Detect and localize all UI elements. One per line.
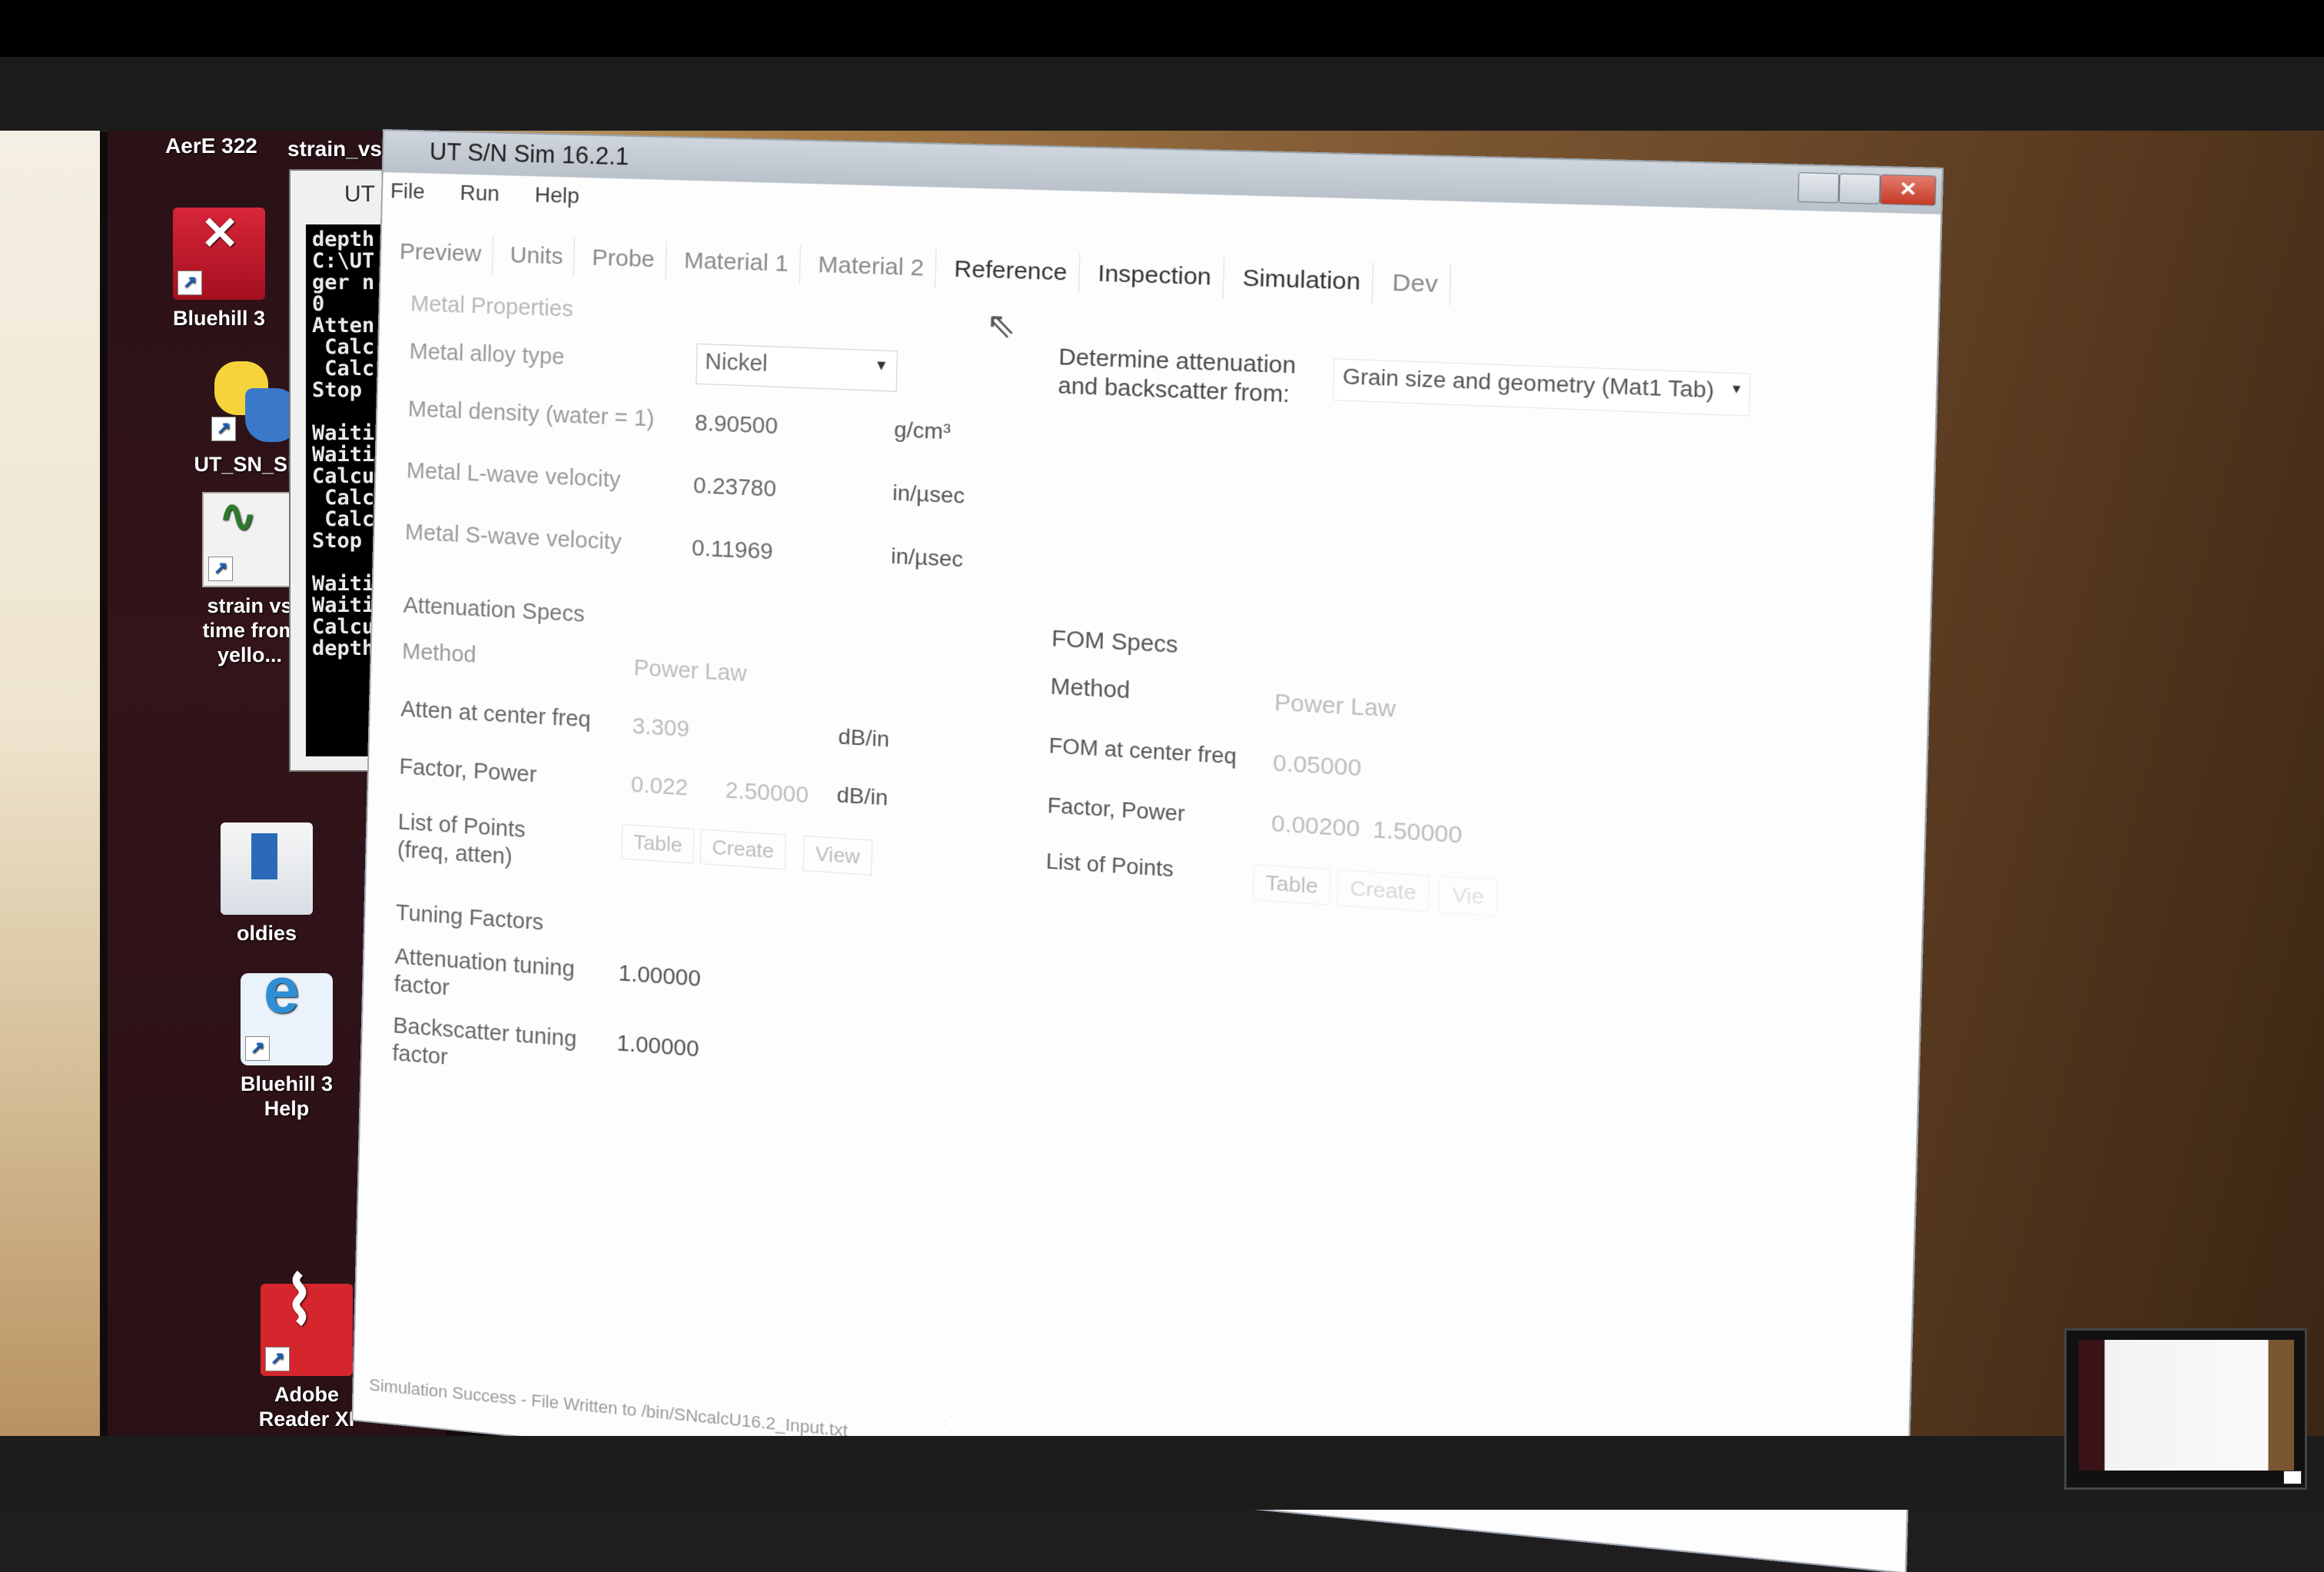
fom-view-button[interactable]: Vie bbox=[1439, 876, 1497, 916]
fom-factor-label: Factor, Power bbox=[1047, 793, 1186, 826]
atten-factor-label: Factor, Power bbox=[399, 754, 537, 788]
atten-factor-unit: dB/in bbox=[836, 783, 888, 811]
help-globe-icon: ↗ bbox=[241, 973, 333, 1065]
lwave-unit: in/µsec bbox=[892, 480, 965, 509]
atten-center-label: Atten at center freq bbox=[400, 696, 591, 733]
desktop-icon-bluehill-help[interactable]: ↗ Bluehill 3 Help bbox=[221, 973, 352, 1121]
shortcut-arrow-icon: ↗ bbox=[178, 271, 202, 295]
density-label: Metal density (water = 1) bbox=[407, 397, 654, 432]
fom-power-field[interactable]: 1.50000 bbox=[1373, 817, 1462, 849]
alloy-type-select[interactable]: Nickel ▼ bbox=[696, 344, 898, 392]
screenshot-thumbnail[interactable] bbox=[2064, 1328, 2307, 1490]
desktop-icon-label: strain vs time from yello... bbox=[202, 594, 297, 666]
atten-center-unit: dB/in bbox=[838, 724, 890, 753]
shortcut-arrow-icon: ↗ bbox=[245, 1036, 270, 1061]
metal-properties-heading: Metal Properties bbox=[410, 291, 573, 322]
fom-center-field[interactable]: 0.05000 bbox=[1273, 750, 1362, 782]
desktop-icon-adobe[interactable]: ↗ Adobe Reader XI bbox=[241, 1284, 372, 1431]
menu-help[interactable]: Help bbox=[534, 182, 579, 208]
minimize-button[interactable] bbox=[1798, 172, 1839, 203]
desktop-icon-label: oldies bbox=[237, 922, 297, 945]
python-icon: ↗ bbox=[207, 354, 299, 446]
tab-units[interactable]: Units bbox=[499, 236, 575, 278]
tab-probe[interactable]: Probe bbox=[581, 238, 667, 280]
fom-points-label: List of Points bbox=[1046, 849, 1174, 882]
determine-value: Grain size and geometry (Mat1 Tab) bbox=[1343, 364, 1715, 403]
fom-method-value[interactable]: Power Law bbox=[1274, 690, 1396, 723]
menu-file[interactable]: File bbox=[390, 178, 426, 204]
atten-view-button[interactable]: View bbox=[803, 836, 873, 876]
desktop-icon-bluehill[interactable]: ↗ Bluehill 3 bbox=[154, 208, 284, 331]
lwave-field[interactable]: 0.23780 bbox=[693, 474, 777, 503]
fom-heading: FOM Specs bbox=[1051, 626, 1178, 660]
thumbnail-corner-icon bbox=[2283, 1471, 2302, 1484]
density-unit: g/cm³ bbox=[894, 417, 951, 445]
desktop-label-strain[interactable]: strain_vs bbox=[287, 137, 382, 161]
tab-preview[interactable]: Preview bbox=[388, 232, 493, 274]
atten-factor-field[interactable]: 0.022 bbox=[631, 773, 689, 802]
adobe-reader-icon: ↗ bbox=[261, 1284, 353, 1376]
tab-dev[interactable]: Dev bbox=[1379, 263, 1451, 306]
window-title: UT S/N Sim 16.2.1 bbox=[429, 138, 629, 171]
atten-center-field[interactable]: 3.309 bbox=[632, 714, 689, 743]
determine-label: Determine attenuation and backscatter fr… bbox=[1057, 343, 1296, 410]
top-black-bar bbox=[0, 0, 2324, 57]
fom-table-button[interactable]: Table bbox=[1253, 864, 1331, 906]
mouse-cursor-icon: ⇖ bbox=[985, 304, 1016, 346]
fom-create-button[interactable]: Create bbox=[1336, 869, 1429, 912]
maximize-button[interactable] bbox=[1838, 173, 1881, 204]
atten-power-field[interactable]: 2.50000 bbox=[725, 778, 808, 809]
fom-center-label: FOM at center freq bbox=[1048, 734, 1237, 769]
atten-points-label: List of Points (freq, atten) bbox=[397, 808, 526, 872]
shortcut-arrow-icon: ↗ bbox=[265, 1347, 290, 1371]
tab-inspection[interactable]: Inspection bbox=[1086, 254, 1224, 298]
density-field[interactable]: 8.90500 bbox=[695, 410, 779, 440]
attenuation-heading: Attenuation Specs bbox=[403, 593, 585, 627]
alloy-type-value: Nickel bbox=[705, 349, 768, 377]
atten-tuning-field[interactable]: 1.00000 bbox=[618, 961, 701, 992]
bottom-gray-band bbox=[0, 1436, 2324, 1510]
atten-method-label: Method bbox=[402, 639, 476, 668]
desktop-icon-label: Bluehill 3 bbox=[173, 307, 265, 330]
atten-table-button[interactable]: Table bbox=[621, 824, 694, 864]
tab-reference[interactable]: Reference bbox=[942, 249, 1080, 293]
swave-field[interactable]: 0.11969 bbox=[692, 536, 774, 566]
shortcut-arrow-icon: ↗ bbox=[211, 417, 236, 441]
alloy-type-label: Metal alloy type bbox=[409, 339, 565, 371]
lwave-label: Metal L-wave velocity bbox=[407, 458, 621, 493]
app-window[interactable]: UT S/N Sim 16.2.1 ✕ File Run Help Previe… bbox=[353, 131, 1941, 1572]
back-tuning-field[interactable]: 1.00000 bbox=[616, 1031, 699, 1063]
swave-unit: in/µsec bbox=[891, 543, 964, 572]
tuning-heading: Tuning Factors bbox=[396, 900, 544, 936]
desktop-icon-label: Bluehill 3 Help bbox=[241, 1072, 333, 1120]
chevron-down-icon: ▾ bbox=[1732, 381, 1741, 398]
atten-create-button[interactable]: Create bbox=[700, 829, 787, 869]
shortcut-arrow-icon: ↗ bbox=[208, 557, 233, 581]
chevron-down-icon: ▼ bbox=[874, 357, 888, 374]
close-button[interactable]: ✕ bbox=[1880, 174, 1937, 206]
tab-material-2[interactable]: Material 2 bbox=[806, 245, 936, 289]
desktop-icon-label: Adobe Reader XI bbox=[259, 1383, 355, 1431]
bluehill-icon: ↗ bbox=[173, 208, 265, 300]
fom-method-label: Method bbox=[1050, 674, 1130, 705]
waveform-icon: ↗ bbox=[202, 492, 297, 587]
thumbnail-preview bbox=[2079, 1340, 2294, 1471]
console-title: UT bbox=[344, 181, 375, 208]
top-gray-band bbox=[0, 57, 2324, 131]
tab-material-1[interactable]: Material 1 bbox=[672, 241, 801, 284]
tab-simulation[interactable]: Simulation bbox=[1230, 258, 1374, 303]
swave-label: Metal S-wave velocity bbox=[405, 520, 622, 556]
desktop-icon-oldies[interactable]: oldies bbox=[201, 823, 332, 946]
atten-tuning-label: Attenuation tuning factor bbox=[393, 942, 575, 1011]
desktop-label-aere[interactable]: AerE 322 bbox=[165, 134, 257, 158]
back-tuning-label: Backscatter tuning factor bbox=[392, 1012, 577, 1082]
fom-factor-field[interactable]: 0.00200 bbox=[1271, 811, 1360, 843]
menu-run[interactable]: Run bbox=[460, 181, 500, 207]
atten-method-value[interactable]: Power Law bbox=[633, 656, 747, 688]
folder-icon bbox=[221, 823, 313, 915]
determine-select[interactable]: Grain size and geometry (Mat1 Tab) ▾ bbox=[1333, 358, 1751, 416]
